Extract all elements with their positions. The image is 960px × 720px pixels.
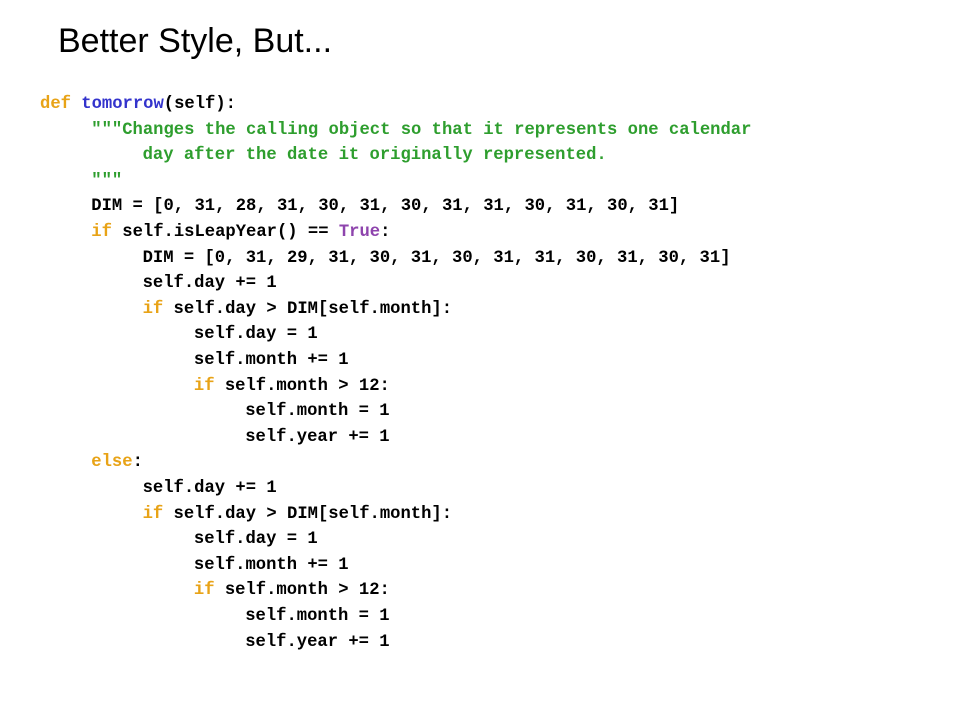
code-token: else: [91, 453, 133, 473]
code-line: self.month += 1: [194, 553, 349, 579]
code-token: day after the date it originally represe…: [142, 146, 607, 166]
code-token: if: [91, 223, 112, 242]
code-token: DIM = [0, 31, 28, 31, 30, 31, 30, 31, 31…: [91, 197, 680, 217]
code-line: if self.day > DIM[self.month]:: [143, 502, 452, 528]
code-token: True: [338, 223, 381, 242]
code-token: self.day = 1: [193, 530, 318, 550]
code-token: if: [142, 504, 164, 524]
code-line: self.day = 1: [194, 527, 318, 553]
code-token: self.year += 1: [245, 632, 390, 652]
code-token: """Changes the calling object so that it…: [91, 120, 752, 140]
code-line: DIM = [0, 31, 28, 31, 30, 31, 30, 31, 31…: [91, 194, 679, 220]
code-token: self.month = 1: [245, 402, 390, 422]
code-token: self.day > DIM[self.month]:: [163, 299, 453, 319]
code-token: self.month = 1: [245, 607, 390, 626]
code-token: self.month += 1: [193, 555, 349, 575]
code-line: DIM = [0, 31, 29, 31, 30, 31, 30, 31, 31…: [143, 246, 731, 272]
code-token: DIM = [0, 31, 29, 31, 30, 31, 30, 31, 31…: [142, 248, 731, 268]
code-token: if: [193, 581, 215, 601]
code-token: self.month > 12:: [214, 376, 390, 396]
code-token: tomorrow: [81, 95, 164, 114]
code-token: self.day = 1: [193, 325, 318, 345]
code-token: if: [193, 376, 215, 396]
code-line: """Changes the calling object so that it…: [91, 118, 751, 144]
code-token: :: [380, 223, 391, 242]
code-line: day after the date it originally represe…: [143, 143, 607, 169]
code-line: self.month = 1: [245, 399, 389, 425]
code-line: if self.day > DIM[self.month]:: [143, 297, 452, 323]
code-line: self.day = 1: [194, 322, 318, 348]
code-token: self.day > DIM[self.month]:: [163, 504, 453, 524]
code-line: if self.month > 12:: [194, 578, 390, 604]
code-line: self.year += 1: [245, 630, 389, 656]
code-token: self.isLeapYear() ==: [111, 223, 339, 242]
code-token: self.month += 1: [193, 351, 349, 370]
code-token: if: [142, 299, 164, 319]
code-line: if self.isLeapYear() == True:: [91, 220, 390, 246]
code-token: self.month > 12:: [214, 581, 390, 601]
code-token: self.year += 1: [245, 427, 390, 447]
code-line: """: [91, 169, 122, 195]
code-line: self.month = 1: [245, 604, 389, 630]
code-line: else:: [91, 450, 143, 476]
code-token: (self):: [163, 95, 236, 114]
code-block: def tomorrow(self): """Changes the callin…: [0, 0, 960, 720]
code-line: self.day += 1: [143, 476, 277, 502]
code-token: :: [132, 453, 143, 473]
code-token: self.day += 1: [142, 274, 277, 294]
code-line: if self.month > 12:: [194, 374, 390, 400]
code-line: self.month += 1: [194, 348, 349, 374]
code-line: self.year += 1: [245, 425, 389, 451]
code-line: def tomorrow(self):: [40, 92, 236, 118]
code-token: """: [91, 171, 123, 191]
code-token: def: [40, 95, 71, 114]
code-line: self.day += 1: [143, 271, 277, 297]
code-token: self.day += 1: [142, 479, 277, 498]
